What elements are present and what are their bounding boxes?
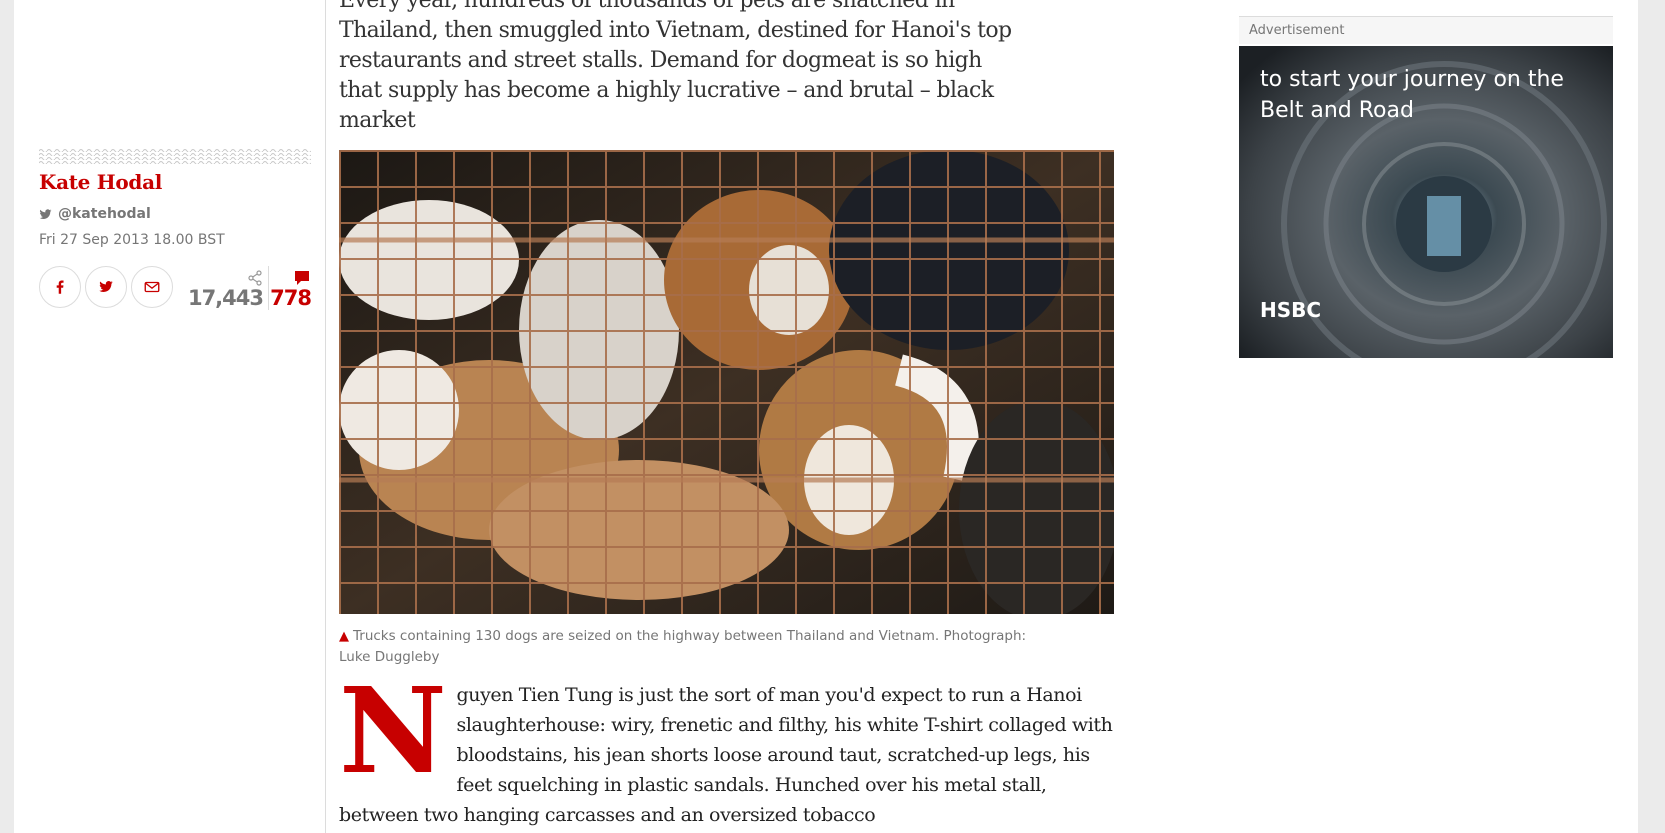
author-link[interactable]: Kate Hodal [39,170,162,194]
caged-dogs-photo [339,150,1114,614]
email-icon [144,281,160,293]
twitter-icon [39,208,52,219]
share-email-button[interactable] [131,266,173,308]
count-divider [268,266,269,310]
hsbc-logo-icon [1260,298,1613,358]
column-rule [325,0,326,833]
body-paragraph: guyen Tien Tung is just the sort of man … [339,684,1113,826]
drop-cap: N [339,661,447,800]
article-standfirst: Every year, hundreds of thousands of pet… [339,0,1012,133]
image-caption: ▲ Trucks containing 130 dogs are seized o… [339,626,1059,667]
facebook-icon [56,280,64,294]
hero-image[interactable] [339,150,1114,614]
article-page: Kate Hodal @katehodal Fri 27 Sep 2013 18… [14,0,1638,833]
share-count: 17,443 [187,270,264,310]
caption-text: Trucks containing 130 dogs are seized on… [339,628,1027,665]
ad-brand: HSBC [1260,298,1321,322]
comment-count-link[interactable]: 778 [270,270,312,310]
advertisement-banner[interactable]: to start your journey on the Belt and Ro… [1239,46,1613,358]
twitter-handle: @katehodal [58,206,151,222]
comment-icon [295,271,309,285]
caption-triangle-icon: ▲ [339,629,349,644]
squiggle-divider [39,148,311,164]
advertisement-label: Advertisement [1239,16,1613,44]
publish-date: Fri 27 Sep 2013 18.00 BST [39,232,225,248]
comment-count-value: 778 [270,286,312,310]
twitter-handle-link[interactable]: @katehodal [39,206,151,222]
share-twitter-button[interactable] [85,266,127,308]
ad-headline: to start your journey on the Belt and Ro… [1260,67,1564,123]
share-icon [248,270,262,286]
share-count-value: 17,443 [187,286,264,310]
twitter-icon [99,281,113,293]
share-facebook-button[interactable] [39,266,81,308]
article-body: Nguyen Tien Tung is just the sort of man… [339,661,1119,830]
share-bar: 17,443 778 [39,266,312,310]
